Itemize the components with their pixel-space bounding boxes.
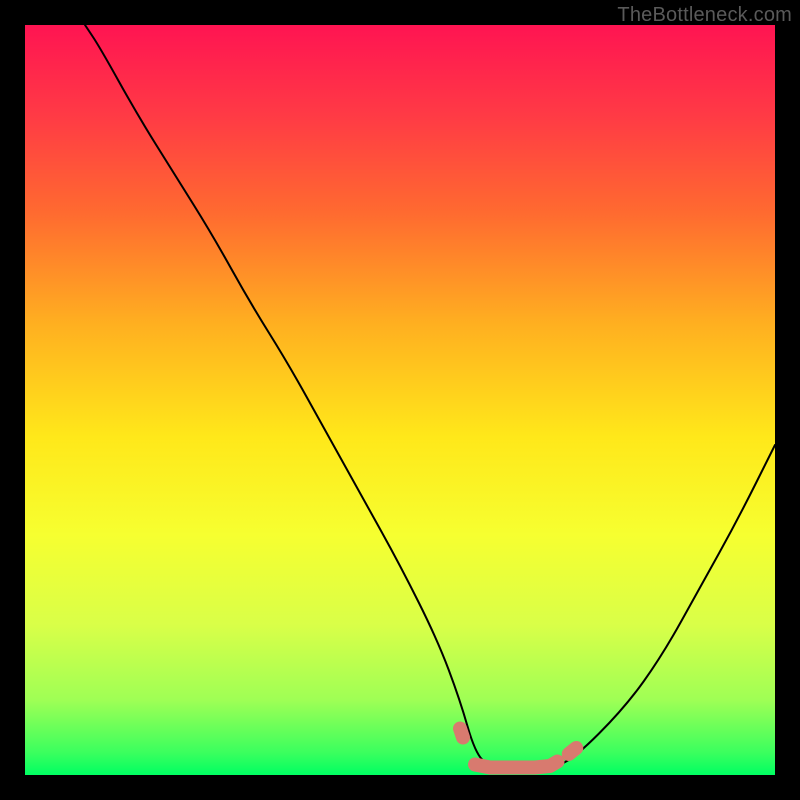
highlight-segment	[569, 748, 577, 754]
chart-area	[25, 25, 775, 775]
highlight-segment	[460, 729, 463, 738]
watermark-text: TheBottleneck.com	[617, 4, 792, 27]
highlight-overlay	[460, 729, 576, 768]
highlight-segment	[475, 762, 558, 768]
chart-svg-layer	[25, 25, 775, 775]
bottleneck-curve-path	[85, 25, 775, 768]
